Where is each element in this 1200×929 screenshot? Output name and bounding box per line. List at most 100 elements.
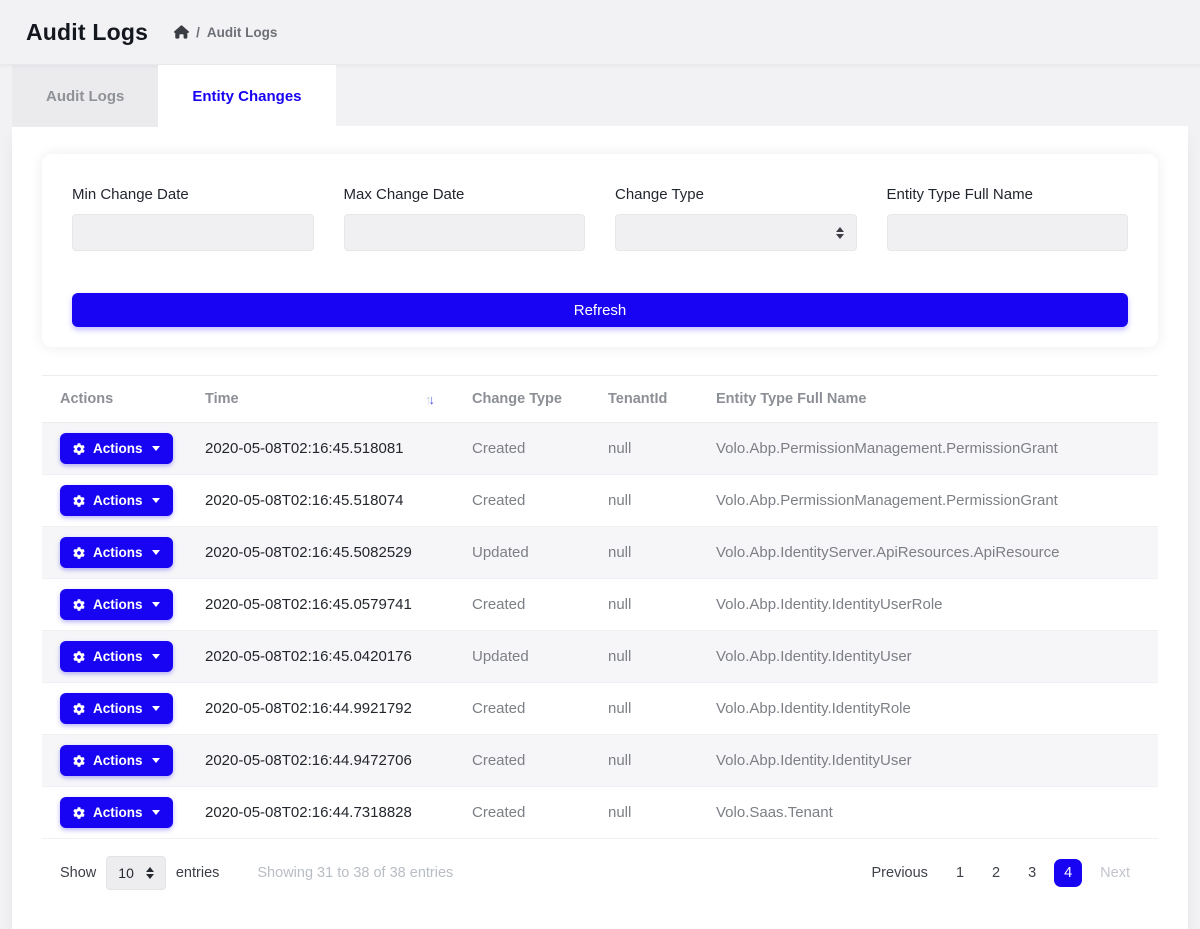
refresh-button[interactable]: Refresh <box>72 293 1128 327</box>
row-actions-button[interactable]: Actions <box>60 433 173 464</box>
cell-change-type: Created <box>454 735 590 787</box>
gear-icon <box>73 599 85 611</box>
table-row: Actions 2020-05-08T02:16:45.0420176 Upda… <box>42 631 1158 683</box>
entity-type-full-name-input[interactable] <box>887 214 1129 251</box>
table-row: Actions 2020-05-08T02:16:45.5082529 Upda… <box>42 527 1158 579</box>
change-type-label: Change Type <box>615 186 857 203</box>
cell-change-type: Created <box>454 787 590 839</box>
filter-entity-type-full-name: Entity Type Full Name <box>887 186 1129 251</box>
cell-time: 2020-05-08T02:16:44.9921792 <box>187 683 454 735</box>
cell-entity-type: Volo.Abp.Identity.IdentityRole <box>698 683 1158 735</box>
cell-entity-type: Volo.Abp.IdentityServer.ApiResources.Api… <box>698 527 1158 579</box>
cell-time: 2020-05-08T02:16:45.5082529 <box>187 527 454 579</box>
pagination-page-4[interactable]: 4 <box>1054 859 1082 887</box>
caret-down-icon <box>152 602 160 607</box>
main-panel: Min Change Date Max Change Date Change T… <box>12 126 1188 929</box>
caret-down-icon <box>152 654 160 659</box>
filter-card: Min Change Date Max Change Date Change T… <box>42 154 1158 347</box>
page-size-select[interactable]: 10 <box>106 856 166 890</box>
page-header: Audit Logs / Audit Logs <box>0 0 1200 64</box>
row-actions-button[interactable]: Actions <box>60 537 173 568</box>
cell-time: 2020-05-08T02:16:45.0420176 <box>187 631 454 683</box>
column-header-time[interactable]: Time ↑↓ <box>187 376 454 423</box>
cell-time: 2020-05-08T02:16:44.9472706 <box>187 735 454 787</box>
column-header-change-type: Change Type <box>454 376 590 423</box>
cell-change-type: Updated <box>454 631 590 683</box>
change-type-select[interactable] <box>615 214 857 251</box>
cell-time: 2020-05-08T02:16:45.518081 <box>187 423 454 475</box>
cell-change-type: Created <box>454 683 590 735</box>
entries-label: entries <box>176 865 220 881</box>
column-header-actions: Actions <box>42 376 187 423</box>
cell-tenantid: null <box>590 475 698 527</box>
cell-entity-type: Volo.Abp.PermissionManagement.Permission… <box>698 475 1158 527</box>
row-actions-button[interactable]: Actions <box>60 693 173 724</box>
pagination-page-3[interactable]: 3 <box>1018 861 1046 885</box>
cell-tenantid: null <box>590 735 698 787</box>
breadcrumb-current: Audit Logs <box>207 25 278 40</box>
row-actions-button[interactable]: Actions <box>60 797 173 828</box>
pagination-previous[interactable]: Previous <box>862 861 938 885</box>
row-actions-button[interactable]: Actions <box>60 589 173 620</box>
gear-icon <box>73 547 85 559</box>
tab-audit-logs[interactable]: Audit Logs <box>12 65 158 127</box>
filter-max-change-date: Max Change Date <box>344 186 586 251</box>
cell-tenantid: null <box>590 787 698 839</box>
cell-tenantid: null <box>590 423 698 475</box>
cell-entity-type: Volo.Saas.Tenant <box>698 787 1158 839</box>
row-actions-button[interactable]: Actions <box>60 641 173 672</box>
caret-down-icon <box>152 550 160 555</box>
cell-entity-type: Volo.Abp.Identity.IdentityUser <box>698 735 1158 787</box>
gear-icon <box>73 495 85 507</box>
filter-change-type: Change Type <box>615 186 857 251</box>
caret-down-icon <box>152 446 160 451</box>
cell-tenantid: null <box>590 527 698 579</box>
table-row: Actions 2020-05-08T02:16:44.9472706 Crea… <box>42 735 1158 787</box>
caret-down-icon <box>152 498 160 503</box>
table-row: Actions 2020-05-08T02:16:44.7318828 Crea… <box>42 787 1158 839</box>
select-arrows-icon <box>146 867 154 879</box>
min-change-date-input[interactable] <box>72 214 314 251</box>
table-row: Actions 2020-05-08T02:16:45.518074 Creat… <box>42 475 1158 527</box>
caret-down-icon <box>152 706 160 711</box>
page-size-value: 10 <box>118 865 134 881</box>
pagination-page-1[interactable]: 1 <box>946 861 974 885</box>
cell-change-type: Updated <box>454 527 590 579</box>
table-footer: Show 10 entries Showing 31 to 38 of 38 e… <box>42 839 1158 895</box>
gear-icon <box>73 651 85 663</box>
breadcrumb: / Audit Logs <box>174 25 277 40</box>
entries-summary: Showing 31 to 38 of 38 entries <box>257 865 453 881</box>
row-actions-button[interactable]: Actions <box>60 485 173 516</box>
cell-tenantid: null <box>590 579 698 631</box>
sort-icon[interactable]: ↑↓ <box>425 392 436 407</box>
caret-down-icon <box>152 810 160 815</box>
tab-entity-changes[interactable]: Entity Changes <box>158 65 335 127</box>
gear-icon <box>73 443 85 455</box>
max-change-date-input[interactable] <box>344 214 586 251</box>
cell-entity-type: Volo.Abp.PermissionManagement.Permission… <box>698 423 1158 475</box>
filter-min-change-date: Min Change Date <box>72 186 314 251</box>
cell-change-type: Created <box>454 579 590 631</box>
cell-entity-type: Volo.Abp.Identity.IdentityUser <box>698 631 1158 683</box>
pagination-page-2[interactable]: 2 <box>982 861 1010 885</box>
column-header-tenantid: TenantId <box>590 376 698 423</box>
pagination-next[interactable]: Next <box>1090 861 1140 885</box>
breadcrumb-separator: / <box>196 25 200 40</box>
entity-changes-table: Actions Time ↑↓ Change Type TenantId Ent… <box>42 375 1158 839</box>
select-arrows-icon <box>836 227 844 239</box>
cell-change-type: Created <box>454 423 590 475</box>
min-change-date-label: Min Change Date <box>72 186 314 203</box>
max-change-date-label: Max Change Date <box>344 186 586 203</box>
pagination: Previous 1 2 3 4 Next <box>862 859 1140 887</box>
table-row: Actions 2020-05-08T02:16:44.9921792 Crea… <box>42 683 1158 735</box>
home-icon[interactable] <box>174 25 189 39</box>
cell-time: 2020-05-08T02:16:44.7318828 <box>187 787 454 839</box>
table-row: Actions 2020-05-08T02:16:45.518081 Creat… <box>42 423 1158 475</box>
gear-icon <box>73 703 85 715</box>
cell-tenantid: null <box>590 683 698 735</box>
gear-icon <box>73 807 85 819</box>
tab-strip: Audit Logs Entity Changes <box>0 64 1200 126</box>
cell-change-type: Created <box>454 475 590 527</box>
cell-time: 2020-05-08T02:16:45.518074 <box>187 475 454 527</box>
row-actions-button[interactable]: Actions <box>60 745 173 776</box>
